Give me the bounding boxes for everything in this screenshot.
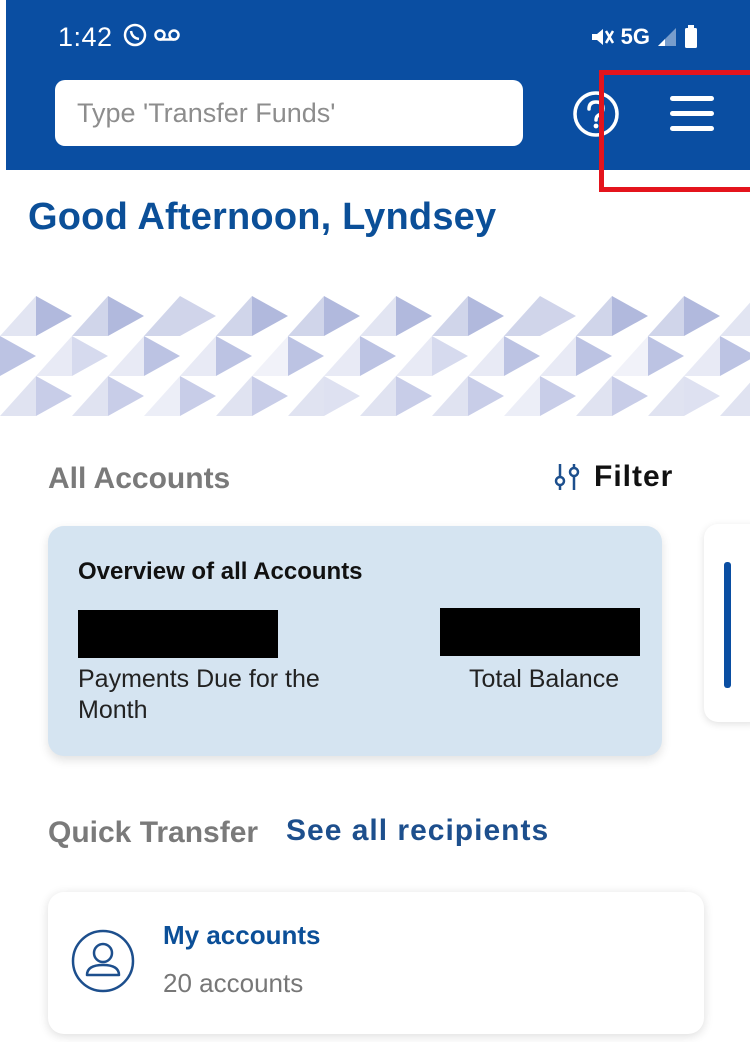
pattern-triangle	[576, 336, 612, 376]
pattern-triangle	[288, 376, 324, 416]
pattern-triangle	[504, 296, 540, 336]
pattern-triangle	[288, 336, 324, 376]
total-balance-label: Total Balance	[469, 665, 620, 693]
pattern-triangle	[252, 376, 288, 416]
pattern-triangle	[288, 296, 324, 336]
pattern-triangle	[360, 336, 396, 376]
pattern-triangle	[216, 296, 252, 336]
pattern-triangle	[72, 296, 108, 336]
my-accounts-card[interactable]: My accounts 20 accounts	[48, 892, 704, 1034]
pattern-triangle	[468, 376, 504, 416]
pattern-triangle	[576, 296, 612, 336]
pattern-triangle	[360, 376, 396, 416]
network-type: 5G	[620, 24, 650, 49]
pattern-triangle	[36, 296, 72, 336]
status-icons-right: 5G	[589, 24, 698, 50]
menu-highlight-box	[599, 70, 750, 192]
pattern-triangle	[216, 336, 252, 376]
pattern-triangle	[180, 296, 216, 336]
pattern-triangle	[612, 336, 648, 376]
pattern-triangle	[540, 336, 576, 376]
recipient-title: My accounts	[163, 920, 321, 950]
pattern-triangle	[612, 296, 648, 336]
pattern-triangle	[504, 336, 540, 376]
pattern-triangle	[396, 336, 432, 376]
all-accounts-label: All Accounts	[48, 462, 231, 495]
pattern-triangle	[36, 376, 72, 416]
pattern-triangle	[504, 376, 540, 416]
pattern-triangle	[684, 336, 720, 376]
pattern-triangle	[72, 376, 108, 416]
redacted-payments-amount	[78, 610, 278, 658]
pattern-triangle	[216, 376, 252, 416]
decorative-triangle-pattern	[0, 296, 750, 416]
pattern-triangle	[324, 336, 360, 376]
pattern-triangle	[684, 296, 720, 336]
pattern-triangle	[72, 336, 108, 376]
pattern-triangle	[612, 376, 648, 416]
pattern-triangle	[252, 336, 288, 376]
pattern-triangle	[648, 336, 684, 376]
status-icons-left	[122, 22, 180, 48]
signal-icon	[658, 28, 676, 46]
pattern-triangle	[108, 376, 144, 416]
pattern-triangle	[144, 296, 180, 336]
payments-due-label: Payments Due for the Month	[78, 665, 320, 724]
status-time: 1:42	[58, 22, 113, 52]
pattern-triangle	[648, 376, 684, 416]
pattern-triangle	[252, 296, 288, 336]
pattern-triangle	[0, 296, 36, 336]
pattern-triangle	[180, 336, 216, 376]
pattern-triangle	[108, 336, 144, 376]
mute-icon	[591, 29, 614, 45]
filter-button[interactable]: Filter	[554, 460, 673, 494]
overview-title: Overview of all Accounts	[78, 558, 363, 585]
pattern-triangle	[396, 296, 432, 336]
filter-label: Filter	[594, 460, 674, 493]
see-all-recipients-link[interactable]: See all recipients	[286, 814, 549, 848]
pattern-triangle	[648, 296, 684, 336]
pattern-triangle	[324, 296, 360, 336]
redacted-total-balance	[440, 608, 640, 656]
pattern-triangle	[432, 296, 468, 336]
pattern-triangle	[360, 296, 396, 336]
pattern-triangle	[468, 336, 504, 376]
pattern-triangle	[324, 376, 360, 416]
next-account-card[interactable]	[704, 524, 750, 722]
pattern-triangle	[576, 376, 612, 416]
pattern-triangle	[180, 376, 216, 416]
pattern-triangle	[432, 376, 468, 416]
quick-transfer-label: Quick Transfer	[48, 816, 259, 849]
user-avatar-icon	[71, 929, 135, 993]
whatsapp-icon	[123, 23, 147, 47]
pattern-triangle	[684, 376, 720, 416]
pattern-triangle	[432, 336, 468, 376]
pattern-triangle	[540, 376, 576, 416]
recipient-subtitle: 20 accounts	[163, 968, 304, 998]
pattern-triangle	[540, 296, 576, 336]
battery-icon	[685, 25, 697, 48]
search-input[interactable]	[55, 80, 523, 146]
voicemail-icon	[154, 29, 180, 41]
pattern-triangle	[36, 336, 72, 376]
pattern-triangle	[144, 376, 180, 416]
pattern-triangle	[720, 336, 750, 376]
sliders-icon	[554, 464, 580, 490]
pattern-triangle	[108, 296, 144, 336]
pattern-triangle	[720, 382, 750, 416]
pattern-triangle	[0, 336, 36, 376]
next-card-accent-bar	[724, 562, 731, 688]
pattern-triangle	[468, 296, 504, 336]
pattern-triangle	[396, 376, 432, 416]
pattern-triangle	[144, 336, 180, 376]
pattern-triangle	[0, 376, 36, 416]
greeting-title: Good Afternoon, Lyndsey	[28, 196, 497, 238]
accounts-overview-card[interactable]: Overview of all Accounts Payments Due fo…	[48, 526, 662, 756]
pattern-triangle	[720, 302, 750, 336]
